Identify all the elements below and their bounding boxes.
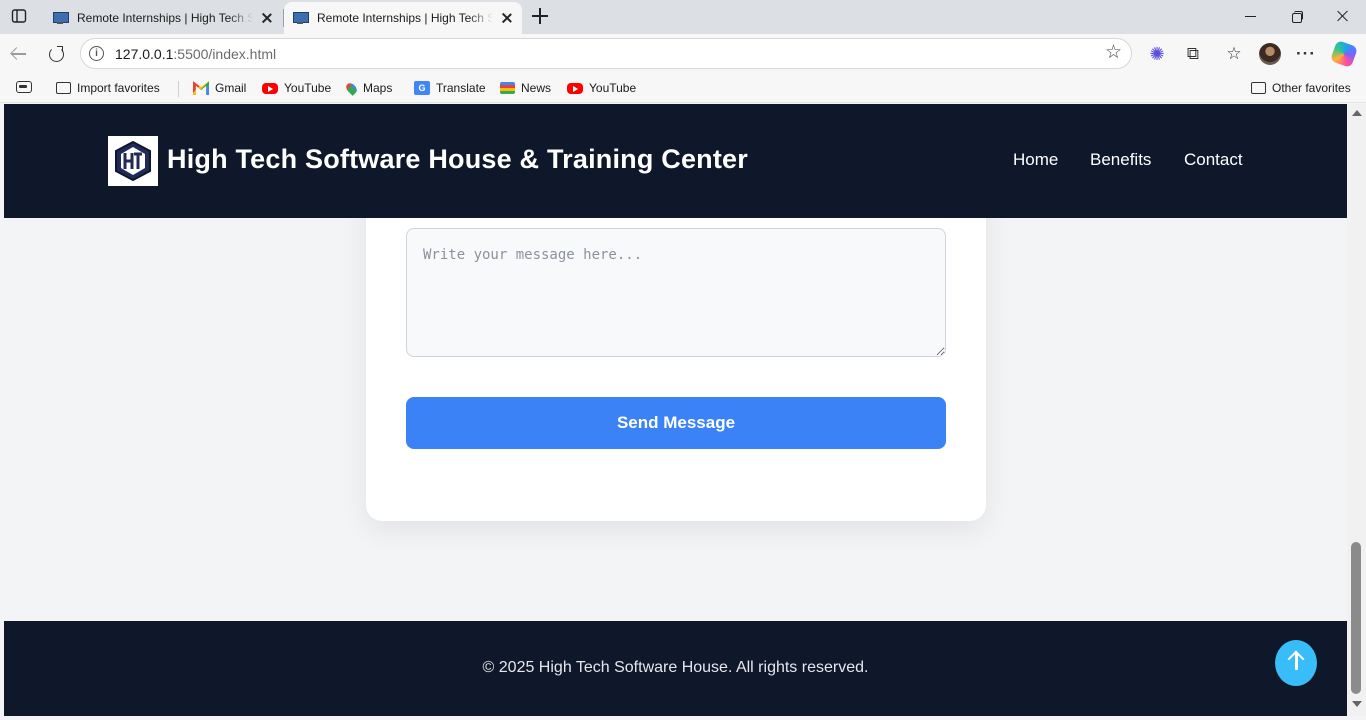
close-tab-icon[interactable]	[499, 10, 515, 26]
favorite-translate[interactable]: G Translate	[414, 80, 486, 96]
tab-title: Remote Internships | High Tech Software …	[77, 11, 253, 25]
other-favorites-label: Other favorites	[1272, 81, 1351, 95]
minimize-icon[interactable]	[1243, 8, 1259, 24]
page-favicon-icon	[292, 11, 309, 25]
favorite-youtube[interactable]: YouTube	[262, 80, 331, 96]
send-message-button[interactable]: Send Message	[406, 397, 946, 449]
sidebar-toggle-icon[interactable]	[16, 81, 32, 93]
favorite-label: YouTube	[284, 81, 332, 95]
favorite-youtube-2[interactable]: YouTube	[567, 80, 636, 96]
site-footer: © 2025 High Tech Software House. All rig…	[4, 621, 1347, 716]
reload-icon[interactable]	[46, 44, 66, 64]
nav-contact[interactable]: Contact	[1184, 150, 1243, 170]
maps-icon	[344, 80, 359, 96]
favorite-news[interactable]: News	[500, 80, 551, 96]
nav-home[interactable]: Home	[1013, 150, 1058, 170]
site-info-icon[interactable]: i	[89, 46, 104, 61]
back-to-top-button[interactable]	[1275, 640, 1317, 686]
message-textarea[interactable]	[406, 228, 946, 357]
favorites-icon[interactable]: ☆	[1224, 44, 1244, 64]
tab-actions-icon[interactable]	[11, 8, 27, 24]
ai-extension-icon[interactable]: ✺	[1147, 44, 1167, 64]
page-viewport: Send Message High Tech Software House & …	[4, 104, 1347, 716]
address-bar[interactable]: i 127.0.0.1:5500/index.html ☆	[80, 38, 1132, 69]
news-icon	[500, 82, 515, 94]
extensions-icon[interactable]: ⧉	[1183, 44, 1203, 64]
copilot-icon[interactable]	[1329, 39, 1359, 69]
url-path: :5500/index.html	[173, 46, 277, 62]
favorite-label: Import favorites	[77, 81, 160, 95]
restore-icon[interactable]	[1289, 8, 1305, 24]
close-window-icon[interactable]	[1335, 8, 1351, 24]
nav-benefits[interactable]: Benefits	[1090, 150, 1151, 170]
gmail-icon	[193, 81, 209, 95]
site-header: High Tech Software House & Training Cent…	[4, 104, 1347, 218]
brand-logo[interactable]	[108, 136, 158, 186]
page-scrollbar[interactable]	[1347, 104, 1366, 716]
contact-form-card: Send Message	[366, 178, 986, 521]
favorites-bar: Import favorites Gmail YouTube Maps G Tra…	[0, 74, 1366, 103]
tab-active[interactable]: Remote Internships | High Tech Software …	[284, 2, 522, 34]
page-favicon-icon	[52, 11, 69, 25]
add-favorite-icon[interactable]: ☆	[1105, 43, 1122, 63]
scroll-down-icon[interactable]	[1352, 701, 1362, 707]
other-favorites[interactable]: Other favorites	[1251, 80, 1351, 96]
favorite-import[interactable]: Import favorites	[56, 80, 160, 96]
favorites-divider	[178, 81, 179, 97]
import-icon	[56, 82, 71, 94]
scroll-thumb[interactable]	[1351, 542, 1361, 694]
url-host: 127.0.0.1	[115, 46, 174, 62]
favorite-label: YouTube	[589, 81, 637, 95]
more-options-icon[interactable]: ···	[1296, 44, 1316, 64]
tab-strip: Remote Internships | High Tech Software …	[0, 0, 1366, 34]
favorite-maps[interactable]: Maps	[344, 80, 393, 96]
scroll-up-icon[interactable]	[1352, 110, 1362, 116]
favorite-label: News	[521, 81, 552, 95]
tab-title: Remote Internships | High Tech Software …	[317, 11, 493, 25]
logo-hexagon-icon	[115, 140, 151, 182]
site-title[interactable]: High Tech Software House & Training Cent…	[167, 144, 748, 175]
url-text[interactable]: 127.0.0.1:5500/index.html	[115, 46, 276, 62]
youtube-icon	[262, 82, 278, 94]
favorite-label: Translate	[436, 81, 486, 95]
arrow-up-icon	[1286, 650, 1306, 674]
copyright-text: © 2025 High Tech Software House. All rig…	[482, 659, 869, 676]
profile-avatar[interactable]	[1259, 43, 1281, 65]
favorite-gmail[interactable]: Gmail	[193, 80, 246, 96]
close-tab-icon[interactable]	[259, 10, 275, 26]
favorite-label: Maps	[363, 81, 393, 95]
translate-icon: G	[414, 81, 430, 95]
new-tab-icon[interactable]	[532, 8, 548, 24]
address-toolbar: i 127.0.0.1:5500/index.html ☆ ✺ ⧉ ☆ ···	[0, 34, 1366, 74]
back-icon[interactable]	[9, 44, 29, 64]
folder-icon	[1251, 82, 1266, 94]
youtube-icon	[567, 82, 583, 94]
favorite-label: Gmail	[215, 81, 247, 95]
tab-inactive[interactable]: Remote Internships | High Tech Software …	[44, 2, 284, 34]
